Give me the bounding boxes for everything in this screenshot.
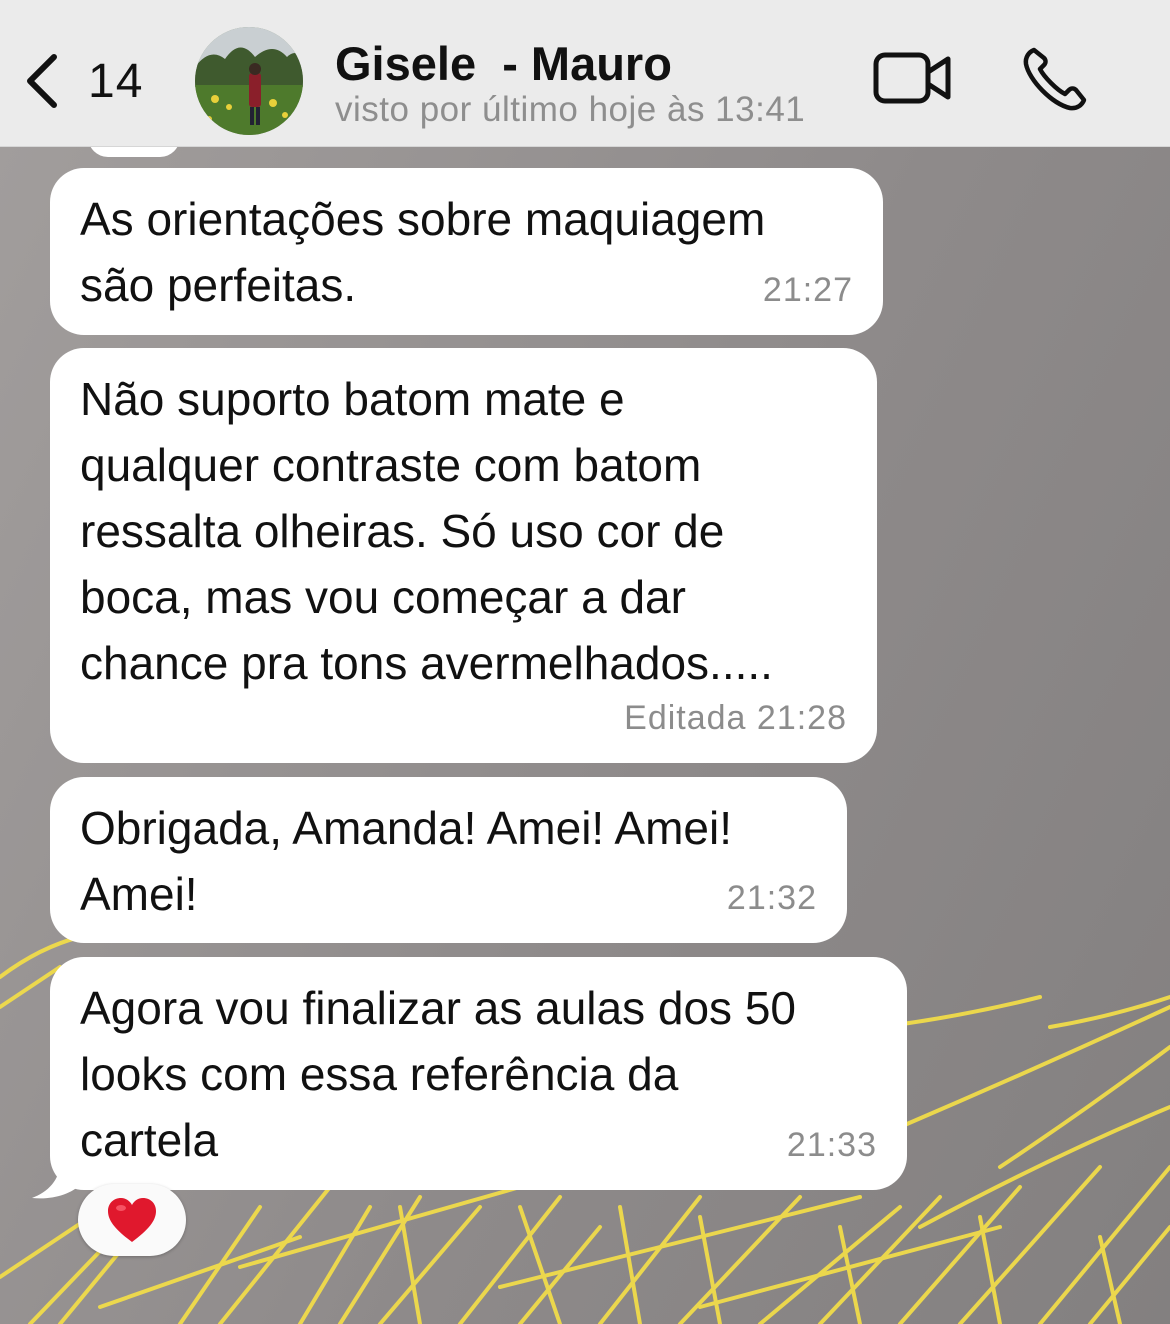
message-time-edited: Editada 21:28 xyxy=(624,699,847,737)
contact-name[interactable]: Gisele - Mauro xyxy=(335,36,672,91)
bubble-tail xyxy=(32,1162,90,1199)
avatar-photo xyxy=(195,27,303,135)
video-camera-icon xyxy=(873,52,951,104)
back-button[interactable]: 14 xyxy=(22,48,143,114)
message-text: Não suporto batom mate e qualquer contra… xyxy=(80,373,773,689)
previous-message-edge xyxy=(88,147,180,157)
message-bubble[interactable]: As orientações sobre maquiagem são perfe… xyxy=(50,168,883,335)
voice-call-button[interactable] xyxy=(1020,44,1090,114)
message-time: 21:27 xyxy=(762,271,853,309)
message-bubble[interactable]: Não suporto batom mate e qualquer contra… xyxy=(50,348,877,763)
last-seen-status: visto por último hoje às 13:41 xyxy=(335,90,806,129)
reaction-badge[interactable] xyxy=(78,1184,186,1256)
message-text: Obrigada, Amanda! Amei! Amei! Amei! xyxy=(80,802,733,920)
phone-icon xyxy=(1023,47,1087,111)
message-text: As orientações sobre maquiagem são perfe… xyxy=(80,193,766,311)
chat-header: 14 Gisele - Mauro visto por último hoje … xyxy=(0,0,1170,147)
message-time: 21:33 xyxy=(786,1126,877,1164)
chevron-left-icon xyxy=(27,54,57,108)
message-time: 21:32 xyxy=(726,879,817,917)
unread-count: 14 xyxy=(88,54,144,108)
video-call-button[interactable] xyxy=(872,50,954,106)
heart-icon xyxy=(108,1198,156,1242)
message-bubble[interactable]: Obrigada, Amanda! Amei! Amei! Amei! 21:3… xyxy=(50,777,847,943)
chat-area[interactable]: As orientações sobre maquiagem são perfe… xyxy=(0,147,1170,1324)
message-text: Agora vou finalizar as aulas dos 50 look… xyxy=(80,982,796,1166)
message-bubble[interactable]: Agora vou finalizar as aulas dos 50 look… xyxy=(50,957,907,1190)
avatar[interactable] xyxy=(195,27,303,135)
